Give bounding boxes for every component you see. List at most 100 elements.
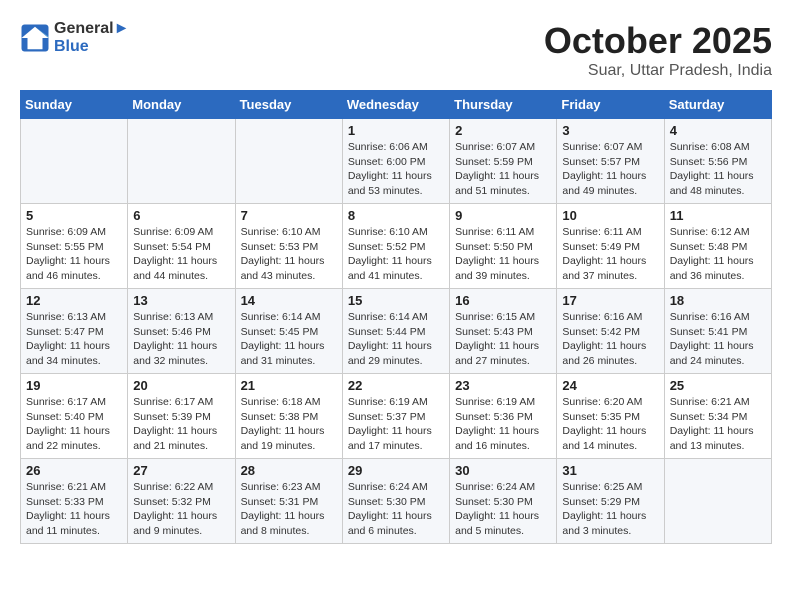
calendar-cell: 12Sunrise: 6:13 AM Sunset: 5:47 PM Dayli… — [21, 289, 128, 374]
day-number: 4 — [670, 123, 766, 138]
calendar-cell: 24 Sunrise: 6:20 AM Sunset: 5:35 PM Dayli… — [557, 374, 664, 459]
weekday-header-row: SundayMondayTuesdayWednesdayThursdayFrid… — [21, 91, 772, 119]
day-number: 9 — [455, 208, 551, 223]
calendar-cell: 15 Sunrise: 6:14 AM Sunset: 5:44 PM Dayli… — [342, 289, 449, 374]
logo: General► Blue — [20, 20, 129, 56]
calendar-table: SundayMondayTuesdayWednesdayThursdayFrid… — [20, 90, 772, 544]
day-info: Sunrise: 6:11 AM Sunset: 5:49 PM Dayligh… — [562, 225, 658, 284]
day-info: Sunrise: 6:07 AM Sunset: 5:57 PM Dayligh… — [562, 140, 658, 199]
day-number: 27 — [133, 463, 229, 478]
weekday-tuesday: Tuesday — [235, 91, 342, 119]
calendar-cell: 14 Sunrise: 6:14 AM Sunset: 5:45 PM Dayli… — [235, 289, 342, 374]
day-info: Sunrise: 6:25 AM Sunset: 5:29 PM Dayligh… — [562, 480, 658, 539]
day-info: Sunrise: 6:17 AM Sunset: 5:39 PM Dayligh… — [133, 395, 229, 454]
calendar-cell: 16Sunrise: 6:15 AM Sunset: 5:43 PM Dayli… — [450, 289, 557, 374]
day-number: 19 — [26, 378, 122, 393]
calendar-cell — [128, 119, 235, 204]
day-number: 24 — [562, 378, 658, 393]
calendar-cell: 31 Sunrise: 6:25 AM Sunset: 5:29 PM Dayli… — [557, 459, 664, 544]
calendar-cell — [664, 459, 771, 544]
day-number: 30 — [455, 463, 551, 478]
calendar-cell: 17 Sunrise: 6:16 AM Sunset: 5:42 PM Dayli… — [557, 289, 664, 374]
day-info: Sunrise: 6:09 AM Sunset: 5:55 PM Dayligh… — [26, 225, 122, 284]
weekday-wednesday: Wednesday — [342, 91, 449, 119]
location: Suar, Uttar Pradesh, India — [544, 62, 772, 80]
day-number: 26 — [26, 463, 122, 478]
day-number: 18 — [670, 293, 766, 308]
day-number: 28 — [241, 463, 337, 478]
weekday-monday: Monday — [128, 91, 235, 119]
day-info: Sunrise: 6:19 AM Sunset: 5:37 PM Dayligh… — [348, 395, 444, 454]
day-info: Sunrise: 6:07 AM Sunset: 5:59 PM Dayligh… — [455, 140, 551, 199]
weekday-thursday: Thursday — [450, 91, 557, 119]
day-number: 29 — [348, 463, 444, 478]
logo-icon — [20, 23, 50, 53]
calendar-cell: 19Sunrise: 6:17 AM Sunset: 5:40 PM Dayli… — [21, 374, 128, 459]
day-number: 22 — [348, 378, 444, 393]
weekday-friday: Friday — [557, 91, 664, 119]
day-info: Sunrise: 6:13 AM Sunset: 5:47 PM Dayligh… — [26, 310, 122, 369]
title-block: October 2025 Suar, Uttar Pradesh, India — [544, 20, 772, 80]
day-number: 23 — [455, 378, 551, 393]
weekday-saturday: Saturday — [664, 91, 771, 119]
calendar-cell: 6 Sunrise: 6:09 AM Sunset: 5:54 PM Daylig… — [128, 204, 235, 289]
day-info: Sunrise: 6:10 AM Sunset: 5:52 PM Dayligh… — [348, 225, 444, 284]
day-info: Sunrise: 6:19 AM Sunset: 5:36 PM Dayligh… — [455, 395, 551, 454]
calendar-cell: 27 Sunrise: 6:22 AM Sunset: 5:32 PM Dayli… — [128, 459, 235, 544]
week-row-5: 26 Sunrise: 6:21 AM Sunset: 5:33 PM Dayli… — [21, 459, 772, 544]
calendar-cell: 25Sunrise: 6:21 AM Sunset: 5:34 PM Dayli… — [664, 374, 771, 459]
calendar-cell: 3 Sunrise: 6:07 AM Sunset: 5:57 PM Daylig… — [557, 119, 664, 204]
day-info: Sunrise: 6:16 AM Sunset: 5:42 PM Dayligh… — [562, 310, 658, 369]
day-info: Sunrise: 6:16 AM Sunset: 5:41 PM Dayligh… — [670, 310, 766, 369]
day-number: 20 — [133, 378, 229, 393]
calendar-cell: 1 Sunrise: 6:06 AM Sunset: 6:00 PM Daylig… — [342, 119, 449, 204]
calendar-cell: 11Sunrise: 6:12 AM Sunset: 5:48 PM Dayli… — [664, 204, 771, 289]
page-header: General► Blue October 2025 Suar, Uttar P… — [20, 20, 772, 80]
day-info: Sunrise: 6:06 AM Sunset: 6:00 PM Dayligh… — [348, 140, 444, 199]
calendar-cell: 5Sunrise: 6:09 AM Sunset: 5:55 PM Daylig… — [21, 204, 128, 289]
calendar-cell: 13Sunrise: 6:13 AM Sunset: 5:46 PM Dayli… — [128, 289, 235, 374]
calendar-cell: 26 Sunrise: 6:21 AM Sunset: 5:33 PM Dayli… — [21, 459, 128, 544]
day-info: Sunrise: 6:20 AM Sunset: 5:35 PM Dayligh… — [562, 395, 658, 454]
logo-text: General► Blue — [54, 20, 129, 56]
day-info: Sunrise: 6:09 AM Sunset: 5:54 PM Dayligh… — [133, 225, 229, 284]
day-number: 11 — [670, 208, 766, 223]
day-number: 2 — [455, 123, 551, 138]
calendar-cell: 9 Sunrise: 6:11 AM Sunset: 5:50 PM Daylig… — [450, 204, 557, 289]
day-info: Sunrise: 6:10 AM Sunset: 5:53 PM Dayligh… — [241, 225, 337, 284]
calendar-cell: 7 Sunrise: 6:10 AM Sunset: 5:53 PM Daylig… — [235, 204, 342, 289]
day-number: 10 — [562, 208, 658, 223]
day-info: Sunrise: 6:22 AM Sunset: 5:32 PM Dayligh… — [133, 480, 229, 539]
calendar-cell: 8Sunrise: 6:10 AM Sunset: 5:52 PM Daylig… — [342, 204, 449, 289]
day-number: 17 — [562, 293, 658, 308]
day-number: 14 — [241, 293, 337, 308]
calendar-cell: 4 Sunrise: 6:08 AM Sunset: 5:56 PM Daylig… — [664, 119, 771, 204]
day-info: Sunrise: 6:11 AM Sunset: 5:50 PM Dayligh… — [455, 225, 551, 284]
day-number: 31 — [562, 463, 658, 478]
calendar-cell: 20 Sunrise: 6:17 AM Sunset: 5:39 PM Dayli… — [128, 374, 235, 459]
day-info: Sunrise: 6:13 AM Sunset: 5:46 PM Dayligh… — [133, 310, 229, 369]
day-info: Sunrise: 6:08 AM Sunset: 5:56 PM Dayligh… — [670, 140, 766, 199]
calendar-cell: 22 Sunrise: 6:19 AM Sunset: 5:37 PM Dayli… — [342, 374, 449, 459]
calendar-cell: 10 Sunrise: 6:11 AM Sunset: 5:49 PM Dayli… — [557, 204, 664, 289]
calendar-cell: 28Sunrise: 6:23 AM Sunset: 5:31 PM Dayli… — [235, 459, 342, 544]
day-info: Sunrise: 6:14 AM Sunset: 5:44 PM Dayligh… — [348, 310, 444, 369]
day-number: 21 — [241, 378, 337, 393]
day-info: Sunrise: 6:14 AM Sunset: 5:45 PM Dayligh… — [241, 310, 337, 369]
weekday-sunday: Sunday — [21, 91, 128, 119]
calendar-cell: 29 Sunrise: 6:24 AM Sunset: 5:30 PM Dayli… — [342, 459, 449, 544]
day-number: 1 — [348, 123, 444, 138]
week-row-1: 1 Sunrise: 6:06 AM Sunset: 6:00 PM Daylig… — [21, 119, 772, 204]
calendar-cell: 18 Sunrise: 6:16 AM Sunset: 5:41 PM Dayli… — [664, 289, 771, 374]
calendar-cell — [235, 119, 342, 204]
day-info: Sunrise: 6:15 AM Sunset: 5:43 PM Dayligh… — [455, 310, 551, 369]
calendar-body: 1 Sunrise: 6:06 AM Sunset: 6:00 PM Daylig… — [21, 119, 772, 544]
week-row-3: 12Sunrise: 6:13 AM Sunset: 5:47 PM Dayli… — [21, 289, 772, 374]
calendar-cell: 21Sunrise: 6:18 AM Sunset: 5:38 PM Dayli… — [235, 374, 342, 459]
day-number: 6 — [133, 208, 229, 223]
day-number: 15 — [348, 293, 444, 308]
day-info: Sunrise: 6:24 AM Sunset: 5:30 PM Dayligh… — [348, 480, 444, 539]
day-number: 7 — [241, 208, 337, 223]
day-info: Sunrise: 6:21 AM Sunset: 5:33 PM Dayligh… — [26, 480, 122, 539]
day-number: 3 — [562, 123, 658, 138]
